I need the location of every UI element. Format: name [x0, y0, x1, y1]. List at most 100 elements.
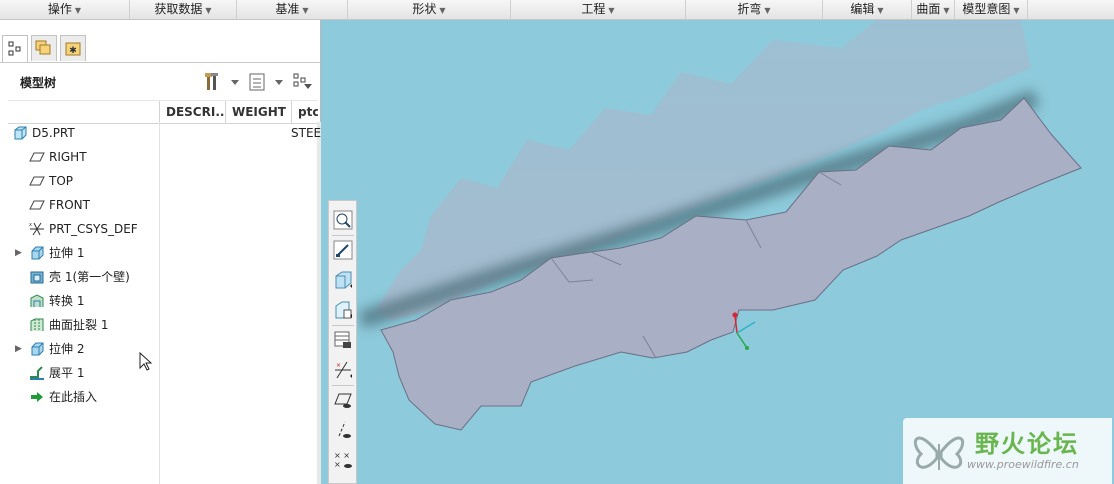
- menu-datum[interactable]: 基准 ▼: [237, 0, 348, 19]
- tree-item-label: 展平 1: [49, 366, 85, 380]
- expand-arrow-icon[interactable]: ▶: [15, 242, 22, 264]
- column-ptc-material[interactable]: ptc_: [291, 101, 318, 123]
- tree-item[interactable]: ▶ 拉伸 2: [0, 338, 318, 360]
- tree-item-label: 壳 1(第一个壁): [49, 270, 130, 284]
- navigator-tabs: ✱: [0, 20, 321, 64]
- menu-label: 形状: [412, 2, 437, 16]
- chevron-down-icon: ▼: [943, 6, 950, 15]
- view-manager-button[interactable]: [332, 329, 354, 351]
- menu-get-data[interactable]: 获取数据 ▼: [130, 0, 237, 19]
- tree-item[interactable]: RIGHT: [0, 146, 318, 168]
- datum-plane-icon: [29, 173, 45, 189]
- tree-item-label: 拉伸 2: [49, 342, 85, 356]
- view-toolbar: × × × ×: [328, 200, 357, 484]
- expand-arrow-icon[interactable]: ▶: [15, 338, 22, 360]
- csys-icon: x: [29, 221, 45, 237]
- tab-favorites[interactable]: ✱: [60, 35, 86, 61]
- tree-item[interactable]: 曲面扯裂 1: [0, 314, 318, 336]
- menu-label: 获取数据: [154, 2, 203, 16]
- tree-settings-button[interactable]: [203, 71, 239, 93]
- chevron-down-icon: ▼: [205, 6, 212, 15]
- chevron-down-icon: [275, 80, 283, 85]
- menu-label: 曲面: [916, 2, 941, 16]
- svg-text:x: x: [29, 222, 32, 228]
- view-manager-icon: [334, 331, 351, 348]
- watermark-url: www.proewildfire.cn: [967, 458, 1079, 471]
- chevron-down-icon: [231, 80, 239, 85]
- chevron-down-icon: ▼: [302, 6, 309, 15]
- datum-axis-display-button[interactable]: [332, 419, 354, 441]
- menu-operations[interactable]: 操作 ▼: [0, 0, 130, 19]
- model-tree-header: 模型树: [0, 68, 320, 96]
- saved-orientations-button[interactable]: [332, 299, 354, 321]
- part-graphics: [358, 20, 1082, 431]
- repaint-button[interactable]: [332, 239, 354, 261]
- menu-label: 基准: [275, 2, 300, 16]
- menu-label: 模型意图: [962, 2, 1011, 16]
- tree-item-label: FRONT: [49, 198, 90, 212]
- tree-item[interactable]: x PRT_CSYS_DEF: [0, 218, 318, 240]
- svg-text:✱: ✱: [69, 46, 77, 56]
- display-style-icon: [335, 271, 352, 289]
- menu-engineering[interactable]: 工程 ▼: [511, 0, 686, 19]
- convert-icon: [29, 293, 45, 309]
- butterfly-logo-icon: [913, 436, 965, 470]
- menu-editing[interactable]: 编辑 ▼: [823, 0, 912, 19]
- favorites-icon: ✱: [65, 42, 81, 56]
- datum-plane-icon: [29, 149, 45, 165]
- chevron-down-icon: ▼: [764, 6, 771, 15]
- column-weight[interactable]: WEIGHT: [225, 101, 291, 123]
- tree-item[interactable]: TOP: [0, 170, 318, 192]
- extrude-icon: [29, 245, 45, 261]
- saved-orientations-icon: [335, 301, 352, 319]
- menu-bends[interactable]: 折弯 ▼: [686, 0, 823, 19]
- menu-surfaces[interactable]: 曲面 ▼: [912, 0, 955, 19]
- mouse-cursor-icon: [139, 351, 153, 375]
- chevron-down-icon: ▼: [74, 6, 82, 15]
- menu-shapes[interactable]: 形状 ▼: [348, 0, 511, 19]
- datum-plane-display-button[interactable]: [332, 389, 354, 411]
- svg-text:×: ×: [334, 460, 341, 469]
- menu-label: 操作: [47, 2, 72, 16]
- datum-axis-display-icon: [338, 421, 351, 438]
- datum-display-button[interactable]: ×: [332, 359, 354, 381]
- tree-filter-button[interactable]: [292, 71, 316, 93]
- svg-text:× ×: × ×: [334, 451, 350, 460]
- tree-item[interactable]: 在此插入: [0, 386, 318, 408]
- tree-item[interactable]: 转换 1: [0, 290, 318, 312]
- tree-filter-icon: [293, 73, 312, 89]
- tab-layers[interactable]: [31, 35, 57, 61]
- graphics-viewport[interactable]: × × × × 野火论坛 www.proewildfire.cn: [321, 20, 1114, 484]
- layers-icon: [35, 40, 51, 55]
- menu-model-intent[interactable]: 模型意图 ▼: [955, 0, 1028, 19]
- tree-column-header: DESCRI... WEIGHT ptc_: [8, 100, 318, 124]
- menu-label: 工程: [581, 2, 606, 16]
- tab-model-tree[interactable]: [2, 35, 28, 63]
- tab-divider: [0, 62, 320, 63]
- tree-item-label: PRT_CSYS_DEF: [49, 222, 138, 236]
- zoom-button[interactable]: [332, 209, 354, 231]
- part-icon: [12, 125, 28, 141]
- datum-point-display-button[interactable]: × × ×: [332, 449, 354, 471]
- zoom-icon: [333, 210, 353, 230]
- watermark-title: 野火论坛: [975, 430, 1079, 458]
- tree-item[interactable]: 展平 1: [0, 362, 318, 384]
- tree-item[interactable]: FRONT: [0, 194, 318, 216]
- datum-plane-icon: [29, 197, 45, 213]
- panel-title: 模型树: [20, 76, 57, 90]
- datum-point-display-icon: × ××: [334, 451, 352, 469]
- tools-icon: [205, 73, 218, 90]
- toolbar-separator: [332, 325, 354, 326]
- menu-label: 编辑: [850, 2, 875, 16]
- menu-label: 折弯: [737, 2, 762, 16]
- tree-item-material: STEE: [291, 126, 322, 140]
- tree-item[interactable]: ▶ 拉伸 1: [0, 242, 318, 264]
- tree-item[interactable]: 壳 1(第一个壁): [0, 266, 318, 288]
- column-description[interactable]: DESCRI...: [159, 101, 225, 123]
- tree-show-button[interactable]: [247, 71, 283, 93]
- insert-here-arrow-icon: [29, 389, 45, 405]
- display-style-button[interactable]: [332, 269, 354, 291]
- list-settings-icon: [249, 73, 265, 91]
- tree-item[interactable]: D5.PRT STEE: [0, 122, 322, 144]
- rip-icon: [29, 317, 45, 333]
